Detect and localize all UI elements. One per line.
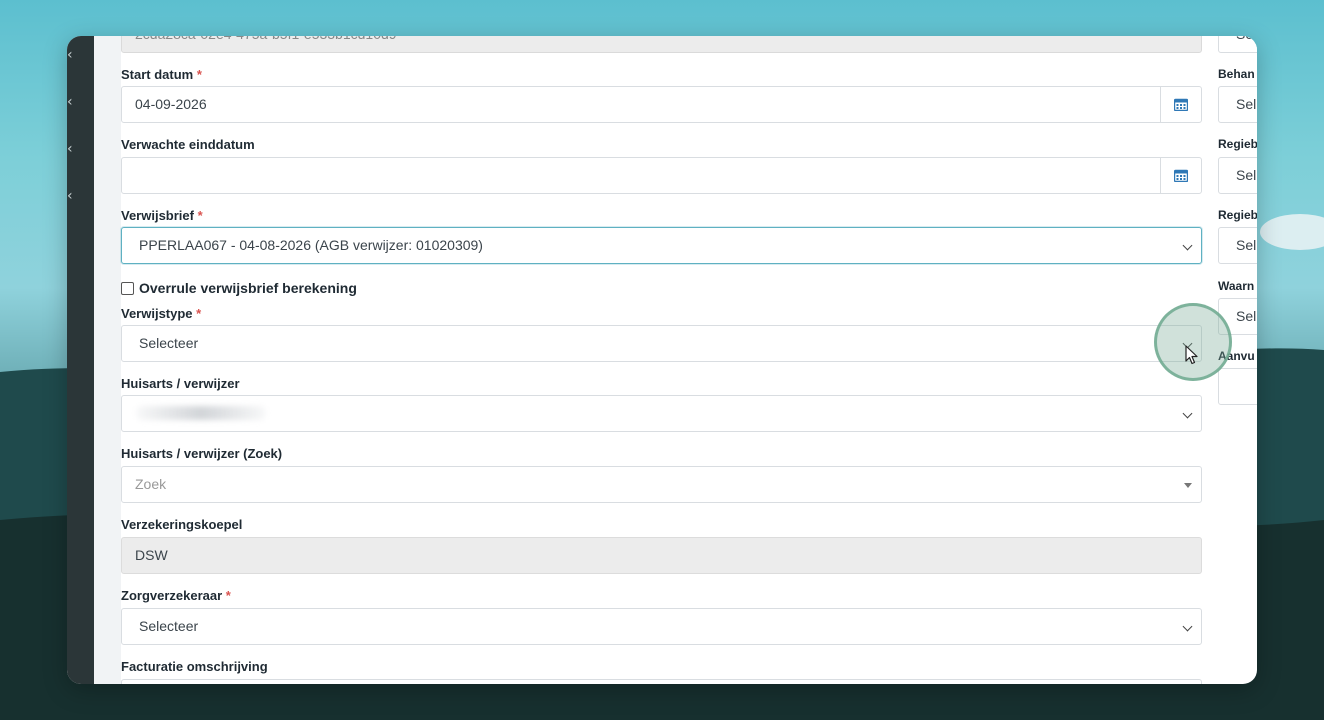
chevron-down-icon (1182, 621, 1193, 632)
referral-label-text: Verwijsbrief (121, 208, 194, 223)
gp-search-label: Huisarts / verwijzer (Zoek) (121, 446, 282, 461)
referral-type-label: Verwijstype * (121, 306, 201, 321)
referral-select-value: PPERLAA067 - 04-08-2026 (AGB verwijzer: … (139, 237, 483, 253)
right-label-1: Behan (1218, 67, 1255, 81)
start-date-value: 04-09-2026 (135, 96, 207, 112)
caret-down-icon (1184, 483, 1192, 488)
required-mark: * (197, 208, 203, 223)
click-indicator (1154, 303, 1232, 381)
chevron-left-icon[interactable]: ‹ (67, 95, 73, 109)
start-date-calendar-button[interactable] (1160, 87, 1201, 122)
referral-type-select[interactable]: Selecteer (121, 325, 1202, 362)
referral-select[interactable]: PPERLAA067 - 04-08-2026 (AGB verwijzer: … (121, 227, 1202, 264)
start-date-label-text: Start datum (121, 67, 194, 82)
right-label-3: Regieb (1218, 208, 1257, 222)
gp-select[interactable] (121, 395, 1202, 432)
override-referral-label[interactable]: Overrule verwijsbrief berekening (139, 280, 357, 296)
right-input-5[interactable] (1218, 368, 1257, 405)
content-gutter (94, 36, 121, 684)
billing-description-input[interactable] (121, 679, 1202, 684)
redacted-value (136, 406, 266, 420)
required-mark: * (196, 306, 202, 321)
gp-search-placeholder: Zoek (135, 476, 167, 492)
end-date-calendar-button[interactable] (1160, 158, 1201, 193)
id-field: 2cda28ca-02e4-475a-b5f1-e533b1cd10d9 (121, 36, 1202, 53)
start-date-label: Start datum * (121, 67, 202, 82)
billing-description-label-text: Facturatie omschrijving (121, 659, 268, 674)
right-select-1-value: Sel (1236, 96, 1257, 112)
gp-label: Huisarts / verwijzer (121, 376, 240, 391)
referral-type-value: Selecteer (139, 335, 199, 351)
gp-search-select[interactable]: Zoek (121, 466, 1202, 503)
override-referral-row[interactable]: Overrule verwijsbrief berekening (121, 280, 357, 296)
end-date-input[interactable] (121, 157, 1202, 194)
right-top-value: Se (1236, 36, 1253, 42)
chevron-left-icon[interactable]: ‹ (67, 48, 73, 62)
mouse-pointer-icon (1185, 345, 1198, 365)
right-select-2[interactable]: Sel (1218, 157, 1257, 194)
chevron-down-icon (1182, 408, 1193, 419)
chevron-down-icon (1182, 240, 1193, 251)
right-select-3-value: Sel (1236, 237, 1257, 253)
right-select-4-value: Sel (1236, 308, 1257, 324)
referral-type-label-text: Verwijstype (121, 306, 193, 321)
chevron-left-icon[interactable]: ‹ (67, 189, 73, 203)
main-form: 2cda28ca-02e4-475a-b5f1-e533b1cd10d9 Sta… (121, 36, 1257, 684)
override-referral-checkbox[interactable] (121, 281, 134, 295)
insurer-value: Selecteer (139, 618, 199, 634)
insurance-group-value: DSW (135, 547, 168, 563)
billing-description-label: Facturatie omschrijving (121, 659, 268, 674)
insurance-group-field: DSW (121, 537, 1202, 574)
right-top-field[interactable]: Se (1218, 36, 1257, 53)
end-date-label: Verwachte einddatum (121, 137, 255, 152)
calendar-icon (1174, 169, 1188, 182)
right-label-4: Waarn (1218, 279, 1255, 293)
chevron-left-icon[interactable]: ‹ (67, 142, 73, 156)
insurer-label: Zorgverzekeraar * (121, 588, 231, 603)
start-date-input[interactable]: 04-09-2026 (121, 86, 1202, 123)
app-window: ‹ ‹ ‹ ‹ 2cda28ca-02e4-475a-b5f1-e533b1cd… (67, 36, 1257, 684)
insurer-label-text: Zorgverzekeraar (121, 588, 223, 603)
calendar-icon (1174, 98, 1188, 111)
right-select-2-value: Sel (1236, 167, 1257, 183)
right-label-2: Regieb (1218, 137, 1257, 151)
insurer-select[interactable]: Selecteer (121, 608, 1202, 645)
end-date-label-text: Verwachte einddatum (121, 137, 255, 152)
gp-search-label-text: Huisarts / verwijzer (Zoek) (121, 446, 283, 461)
right-select-3[interactable]: Sel (1218, 227, 1257, 264)
right-select-1[interactable]: Sel (1218, 86, 1257, 123)
sidebar: ‹ ‹ ‹ ‹ (67, 36, 94, 684)
insurance-group-label-text: Verzekeringskoepel (121, 517, 243, 532)
gp-label-text: Huisarts / verwijzer (121, 376, 240, 391)
required-mark: * (225, 588, 231, 603)
referral-label: Verwijsbrief * (121, 208, 203, 223)
required-mark: * (196, 67, 202, 82)
insurance-group-label: Verzekeringskoepel (121, 517, 242, 532)
